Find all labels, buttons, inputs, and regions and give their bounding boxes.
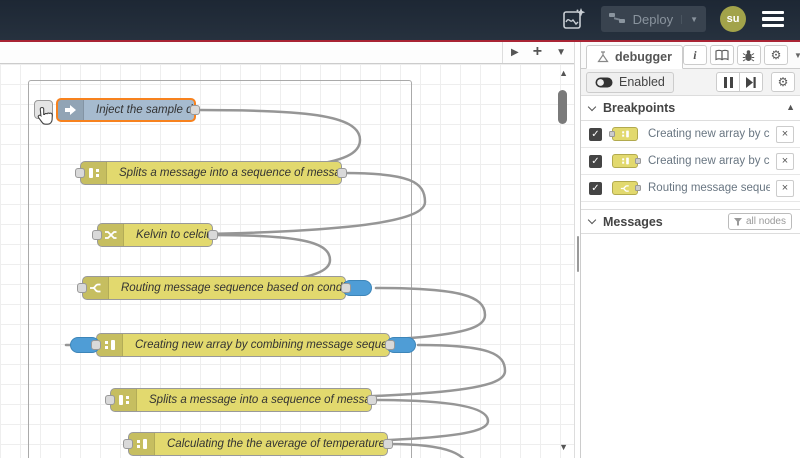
join-node-output-icon <box>612 154 641 168</box>
collapse-chevron-icon <box>587 102 597 111</box>
deploy-icon <box>608 12 625 27</box>
pause-icon[interactable] <box>716 72 740 92</box>
breakpoint-label: Creating new array by combining message … <box>648 128 770 140</box>
mouse-cursor-hand <box>36 106 54 131</box>
canvas-scroll-down-icon[interactable]: ▼ <box>559 443 568 452</box>
messages-section-header[interactable]: Messages all nodes <box>581 209 800 234</box>
deploy-label: Deploy <box>632 11 674 27</box>
sidebar: debugger i ⚙ ▼ Enabled ⚙ Breakpoints ▲ ✓… <box>581 42 800 458</box>
inject-icon <box>58 100 84 120</box>
output-port[interactable] <box>341 283 351 293</box>
flow-assistant-icon[interactable] <box>561 6 587 32</box>
breakpoint-row[interactable]: ✓ Routing message sequence based on cond… <box>581 175 800 202</box>
output-port[interactable] <box>208 230 218 240</box>
debug-bug-icon[interactable] <box>736 45 761 65</box>
breakpoint-checkbox[interactable]: ✓ <box>589 127 602 141</box>
info-tab-icon[interactable]: i <box>682 45 707 65</box>
output-port[interactable] <box>190 105 200 115</box>
breakpoints-section-header[interactable]: Breakpoints ▲ <box>581 96 800 121</box>
remove-breakpoint-icon[interactable]: × <box>776 179 794 197</box>
node-label: Calculating the the average of temperatu… <box>167 438 385 450</box>
input-port[interactable] <box>92 230 102 240</box>
sidebar-scroll-up-icon[interactable]: ▲ <box>786 103 795 112</box>
filter-funnel-icon <box>733 217 742 225</box>
tab-debugger[interactable]: debugger <box>586 45 683 69</box>
collapse-chevron-icon <box>587 215 597 225</box>
sidebar-tabs-caret-icon[interactable]: ▼ <box>791 51 800 60</box>
sidebar-splitter[interactable] <box>574 42 581 458</box>
breakpoint-row[interactable]: ✓ Creating new array by combining messag… <box>581 121 800 148</box>
node-change-kelvin[interactable]: Kelvin to celcius <box>92 223 218 247</box>
debugger-enabled-toggle[interactable]: Enabled <box>586 71 674 93</box>
debugger-toolbar: Enabled ⚙ <box>581 69 800 96</box>
node-label: Splits a message into a sequence of mess… <box>119 167 341 179</box>
breakpoint-row[interactable]: ✓ Creating new array by combining messag… <box>581 148 800 175</box>
wire <box>386 442 465 458</box>
output-port[interactable] <box>383 439 393 449</box>
node-label: Routing message sequence based on condit… <box>121 282 345 294</box>
node-label: Splits a message into a sequence of mess… <box>149 394 371 406</box>
remove-breakpoint-icon[interactable]: × <box>776 125 794 143</box>
messages-title: Messages <box>603 214 663 229</box>
breakpoint-label: Routing message sequence based on condit… <box>648 182 770 194</box>
add-flow-icon[interactable]: + <box>533 43 542 61</box>
splitter-grip[interactable] <box>577 236 579 272</box>
messages-filter-button[interactable]: all nodes <box>727 213 792 230</box>
filter-label: all nodes <box>745 216 786 227</box>
tab-scroll-right-icon[interactable]: ▶ <box>511 47 519 58</box>
node-split-1[interactable]: Splits a message into a sequence of mess… <box>75 161 347 185</box>
debugger-settings-gear-icon[interactable]: ⚙ <box>771 72 795 92</box>
step-next-icon[interactable] <box>739 72 763 92</box>
breakpoint-label: Creating new array by combining message … <box>648 155 770 167</box>
toggle-on-icon <box>595 77 613 87</box>
main-menu-icon[interactable] <box>760 7 786 32</box>
enabled-label: Enabled <box>619 75 665 89</box>
sidebar-tabbar: debugger i ⚙ ▼ <box>581 42 800 69</box>
switch-node-output-icon <box>612 181 641 195</box>
breakpoint-checkbox[interactable]: ✓ <box>589 181 602 195</box>
node-inject[interactable]: Inject the sample data <box>34 98 200 122</box>
node-switch-routing[interactable]: Routing message sequence based on condit… <box>77 276 372 300</box>
debugger-flask-icon <box>597 51 609 63</box>
config-gear-icon[interactable]: ⚙ <box>763 45 788 65</box>
breakpoints-title: Breakpoints <box>603 101 676 115</box>
input-port[interactable] <box>105 395 115 405</box>
breakpoint-checkbox[interactable]: ✓ <box>589 154 602 168</box>
input-port[interactable] <box>77 283 87 293</box>
input-port[interactable] <box>75 168 85 178</box>
user-avatar[interactable]: su <box>720 6 746 32</box>
node-join-average[interactable]: Calculating the the average of temperatu… <box>123 432 393 456</box>
output-port[interactable] <box>337 168 347 178</box>
node-label: Creating new array by combining message … <box>135 339 389 351</box>
node-red-app: Deploy ▼ su ▶ + ▼ Inject the sample Spli… <box>0 0 800 458</box>
deploy-options-caret-icon[interactable]: ▼ <box>681 14 698 24</box>
canvas-scrollbar-thumb[interactable] <box>558 90 567 124</box>
flow-canvas[interactable]: Inject the sample data Splits a message … <box>0 64 574 458</box>
node-join-array[interactable]: Creating new array by combining message … <box>70 333 416 357</box>
node-label: Inject the sample data <box>96 104 194 116</box>
header-bar: Deploy ▼ su <box>0 0 800 42</box>
flow-list-caret-icon[interactable]: ▼ <box>556 47 566 58</box>
join-node-input-icon <box>609 127 638 141</box>
deploy-button[interactable]: Deploy ▼ <box>600 6 706 32</box>
node-split-2[interactable]: Splits a message into a sequence of mess… <box>105 388 377 412</box>
input-port[interactable] <box>123 439 133 449</box>
tab-debugger-label: debugger <box>615 50 672 64</box>
canvas-scroll-up-icon[interactable]: ▲ <box>559 69 568 78</box>
input-port[interactable] <box>91 340 101 350</box>
output-port[interactable] <box>385 340 395 350</box>
output-port[interactable] <box>367 395 377 405</box>
flow-tabstrip: ▶ + ▼ <box>0 42 574 64</box>
help-book-icon[interactable] <box>709 45 734 65</box>
node-label: Kelvin to celcius <box>136 229 212 241</box>
remove-breakpoint-icon[interactable]: × <box>776 152 794 170</box>
